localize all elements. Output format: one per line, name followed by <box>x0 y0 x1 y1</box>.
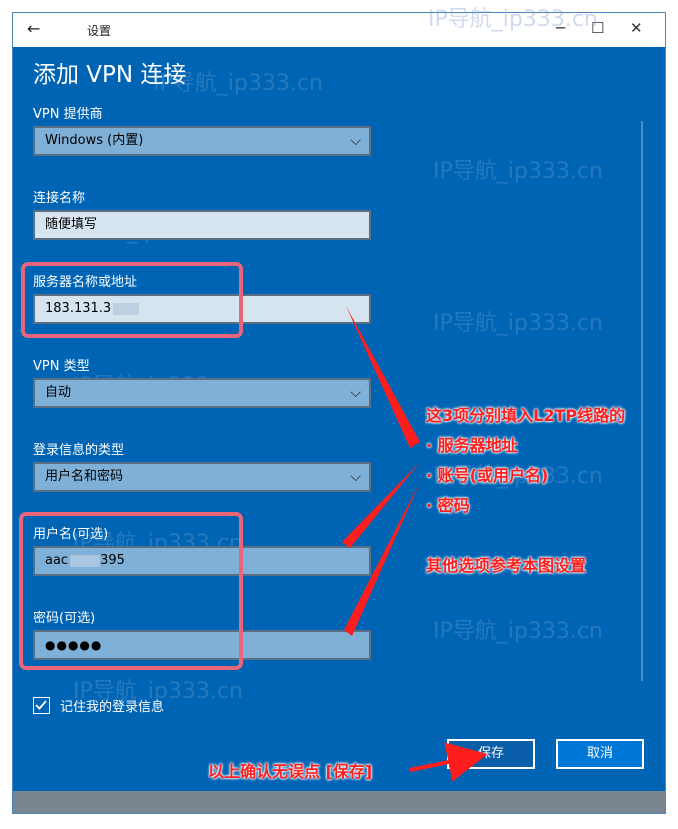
annotation-line4: · 密码 <box>426 496 470 515</box>
annotation-line1: 这3项分别填入L2TP线路的 <box>426 406 626 425</box>
annotation-line5: 其他选项参考本图设置 <box>426 556 587 575</box>
arrow-server <box>346 306 420 448</box>
arrow-save <box>409 742 488 782</box>
annotation-line3: · 账号(或用户名) <box>426 466 549 485</box>
annotation-bottom: 以上确认无误点 [保存] <box>208 762 373 781</box>
annotation-line2: · 服务器地址 <box>426 436 518 455</box>
